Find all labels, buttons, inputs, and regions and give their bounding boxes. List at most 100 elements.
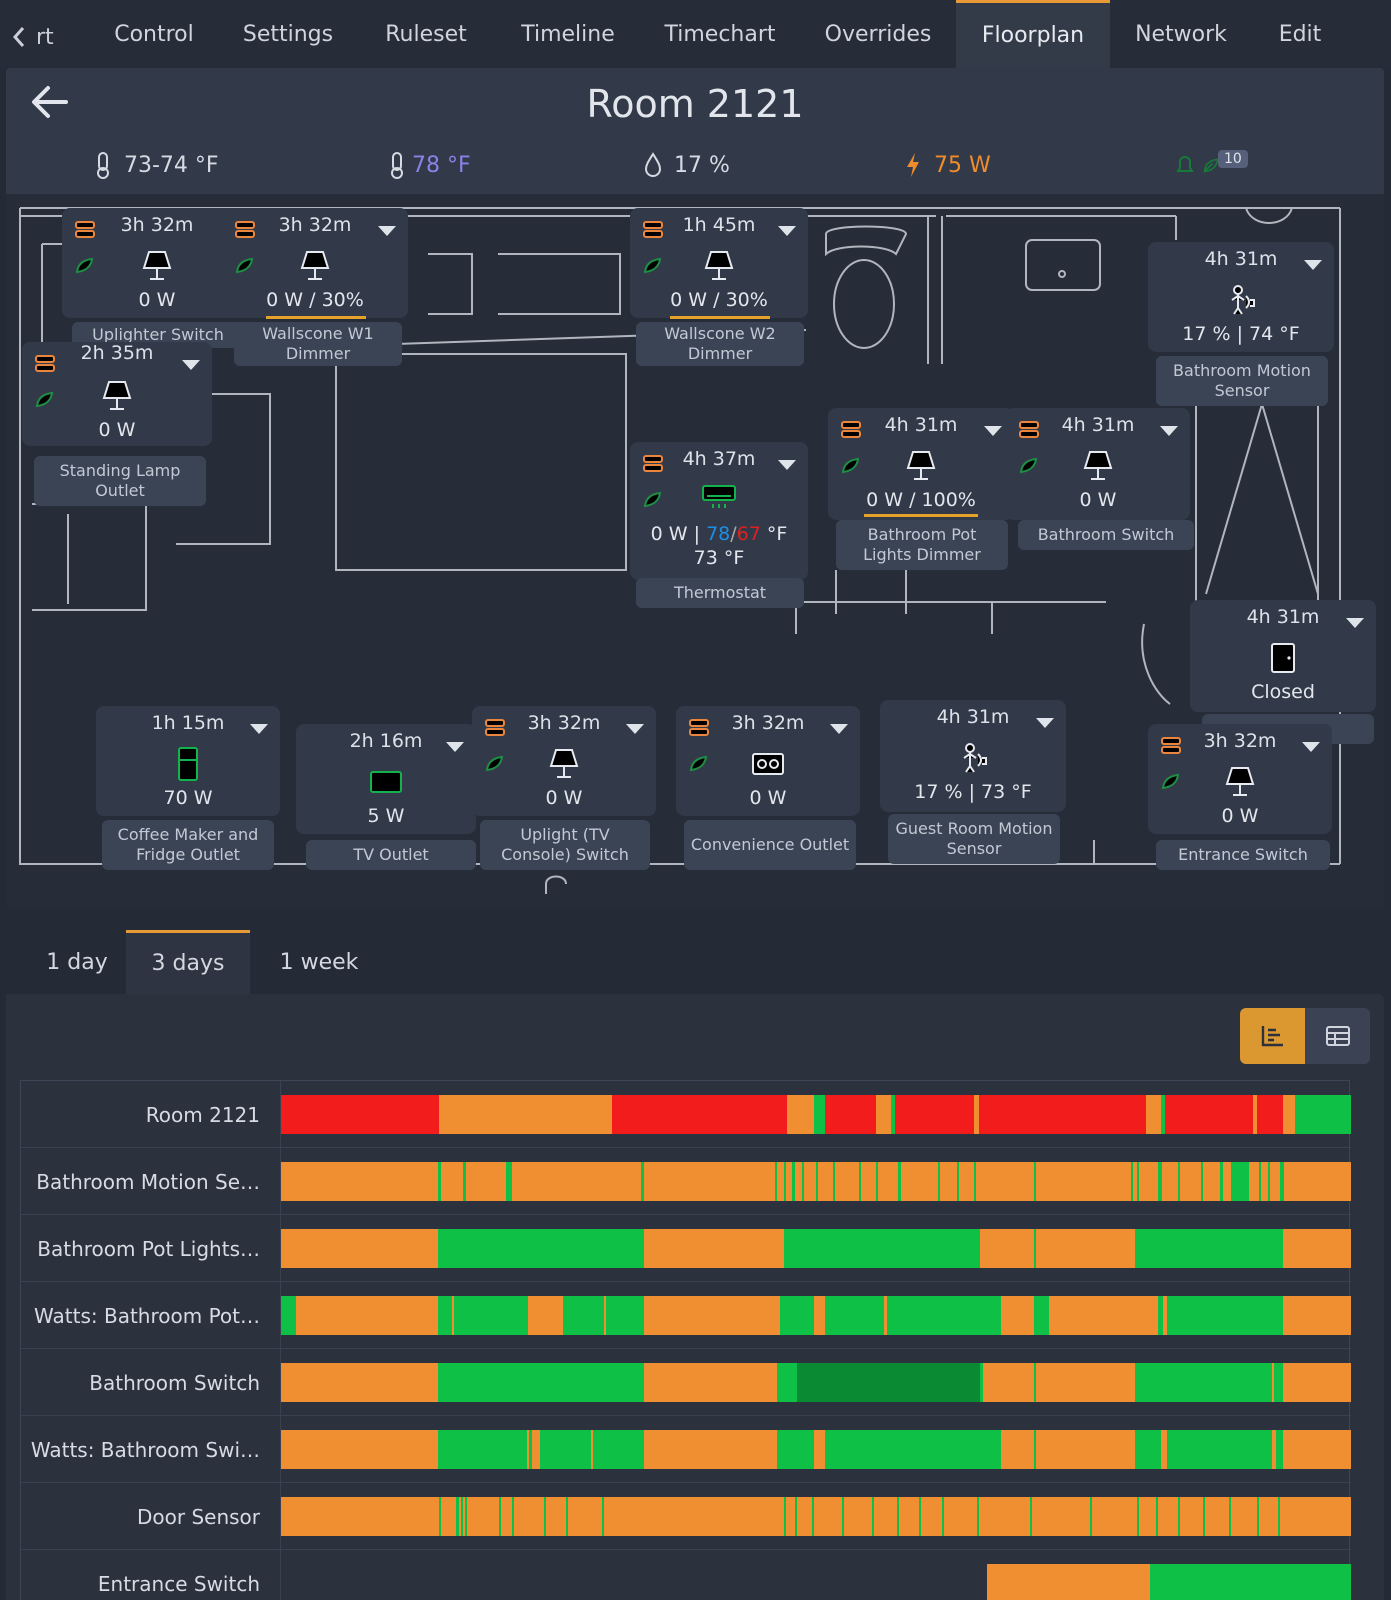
dimmer-level-bar (670, 316, 770, 319)
droplet-icon (644, 152, 662, 177)
timeline-segment (512, 1497, 515, 1536)
timeline-segment (456, 1497, 459, 1536)
timeline-segment (438, 1363, 644, 1402)
timeline-segment (824, 1095, 876, 1134)
timeline-segment (833, 1162, 836, 1201)
device-card-convenience[interactable]: 3h 32m 0 W (676, 706, 860, 816)
chevron-down-icon[interactable] (182, 360, 200, 370)
timeline-track[interactable] (281, 1095, 1351, 1134)
timeline-track[interactable] (281, 1229, 1351, 1268)
timeline-row-name: Watts: Bathroom Pot… (21, 1282, 281, 1349)
timeline-segment (974, 1162, 977, 1201)
timeline-row: Watts: Bathroom Swi… (21, 1416, 1351, 1483)
timeline-segment (898, 1162, 901, 1201)
device-card-bathroom-motion[interactable]: 4h 31m 17 % | 74 °F (1148, 242, 1334, 352)
stat-status: 10 (1174, 148, 1248, 182)
device-card-entrance[interactable]: 3h 32m 0 W (1148, 724, 1332, 834)
tab-1-week[interactable]: 1 week (254, 930, 384, 994)
tab-1-day[interactable]: 1 day (20, 930, 134, 994)
timeline-segment (512, 1095, 528, 1134)
chevron-down-icon[interactable] (830, 724, 848, 734)
lamp-icon (1225, 767, 1255, 796)
timeline-segment (1276, 1430, 1283, 1469)
chart-view-button[interactable] (1240, 1008, 1305, 1064)
outlet-icon (752, 753, 784, 775)
device-card-guest-motion[interactable]: 4h 31m 17 % | 73 °F (880, 700, 1066, 812)
timeline-segment (640, 1162, 644, 1201)
timeline-segment (560, 1095, 565, 1134)
device-card-wallscone-w1[interactable]: 3h 32m 0 W / 30% (222, 208, 408, 319)
timeline-track[interactable] (281, 1564, 1351, 1600)
device-card-uplight-tv[interactable]: 3h 32m 0 W (472, 706, 656, 816)
timeline-segment (957, 1162, 960, 1201)
tab-overrides[interactable]: Overrides (808, 0, 948, 68)
thermometer-icon (391, 152, 403, 179)
chevron-down-icon[interactable] (778, 226, 796, 236)
timeline-segment (1231, 1162, 1250, 1201)
timeline-row-name: Bathroom Switch (21, 1349, 281, 1416)
timeline-row-name: Room 2121 (21, 1081, 281, 1148)
nav-back-button[interactable]: rt (12, 22, 82, 52)
timeline-row-name: Watts: Bathroom Swi… (21, 1416, 281, 1483)
device-card-thermostat[interactable]: 4h 37m 0 W | 78/67 °F 73 °F (630, 442, 808, 580)
leaf-icon (35, 391, 54, 408)
table-view-button[interactable] (1305, 1008, 1370, 1064)
timeline-track[interactable] (281, 1497, 1351, 1536)
tab-timechart[interactable]: Timechart (652, 0, 788, 68)
timeline-segment (858, 1162, 861, 1201)
lightning-icon (907, 153, 919, 177)
timeline-segment (1156, 1497, 1159, 1536)
motion-sensor-icon (1231, 285, 1255, 315)
device-card-bathroom-switch[interactable]: 4h 31m 0 W (1006, 408, 1190, 520)
timeline-segment (1229, 1497, 1232, 1536)
tab-3-days[interactable]: 3 days (126, 930, 250, 994)
timeline-segment (1034, 1430, 1037, 1469)
chevron-down-icon[interactable] (1036, 718, 1054, 728)
timeline-segment (1137, 1162, 1140, 1201)
chevron-down-icon[interactable] (250, 724, 268, 734)
bell-icon[interactable] (1174, 151, 1196, 179)
chevron-down-icon[interactable] (1160, 426, 1178, 436)
timeline-segment (1158, 1162, 1162, 1201)
tab-control[interactable]: Control (96, 0, 212, 68)
chevron-down-icon[interactable] (626, 724, 644, 734)
device-card-standing-lamp[interactable]: 2h 35m 0 W (22, 342, 212, 446)
tab-network[interactable]: Network (1126, 0, 1236, 68)
timeline-segment (539, 1430, 592, 1469)
timeline-track[interactable] (281, 1430, 1351, 1469)
timeline-segment (529, 1430, 533, 1469)
timeline-segment (1267, 1162, 1270, 1201)
timeline-segment (1278, 1497, 1281, 1536)
timeline-track[interactable] (281, 1296, 1351, 1335)
timeline-segment (458, 1095, 463, 1134)
tab-ruleset[interactable]: Ruleset (368, 0, 484, 68)
tab-floorplan[interactable]: Floorplan (956, 0, 1110, 68)
tab-timeline[interactable]: Timeline (508, 0, 628, 68)
chevron-down-icon[interactable] (446, 742, 464, 752)
device-card-bathroom-pot[interactable]: 4h 31m 0 W / 100% (828, 408, 1014, 520)
device-card-tv[interactable]: 2h 16m 5 W (296, 724, 476, 834)
tab-edit[interactable]: Edit (1262, 0, 1338, 68)
timeline-segment (1220, 1162, 1223, 1201)
timeline-track[interactable] (281, 1363, 1351, 1402)
device-card-wallscone-w2[interactable]: 1h 45m 0 W / 30% (630, 208, 808, 319)
stat-temp-range: 73-74 °F (92, 148, 219, 182)
chevron-down-icon[interactable] (1346, 618, 1364, 628)
device-card-door[interactable]: 4h 31m Closed (1190, 600, 1376, 712)
timeline-segment (895, 1095, 975, 1134)
tab-settings[interactable]: Settings (228, 0, 348, 68)
chevron-down-icon[interactable] (778, 460, 796, 470)
timeline-track[interactable] (281, 1162, 1351, 1201)
chevron-down-icon[interactable] (1304, 260, 1322, 270)
timeline-segment (775, 1162, 778, 1201)
chevron-down-icon[interactable] (1302, 742, 1320, 752)
dimmer-level-bar (266, 316, 366, 319)
door-icon (1271, 643, 1295, 673)
chevron-down-icon[interactable] (378, 226, 396, 236)
device-card-coffee[interactable]: 1h 15m 70 W (96, 706, 280, 816)
leaf-icon (235, 257, 254, 274)
timeline-segment (1034, 1229, 1037, 1268)
device-label: Bathroom Pot Lights Dimmer (836, 520, 1008, 570)
chevron-down-icon[interactable] (984, 426, 1002, 436)
timeline-segment (824, 1296, 885, 1335)
